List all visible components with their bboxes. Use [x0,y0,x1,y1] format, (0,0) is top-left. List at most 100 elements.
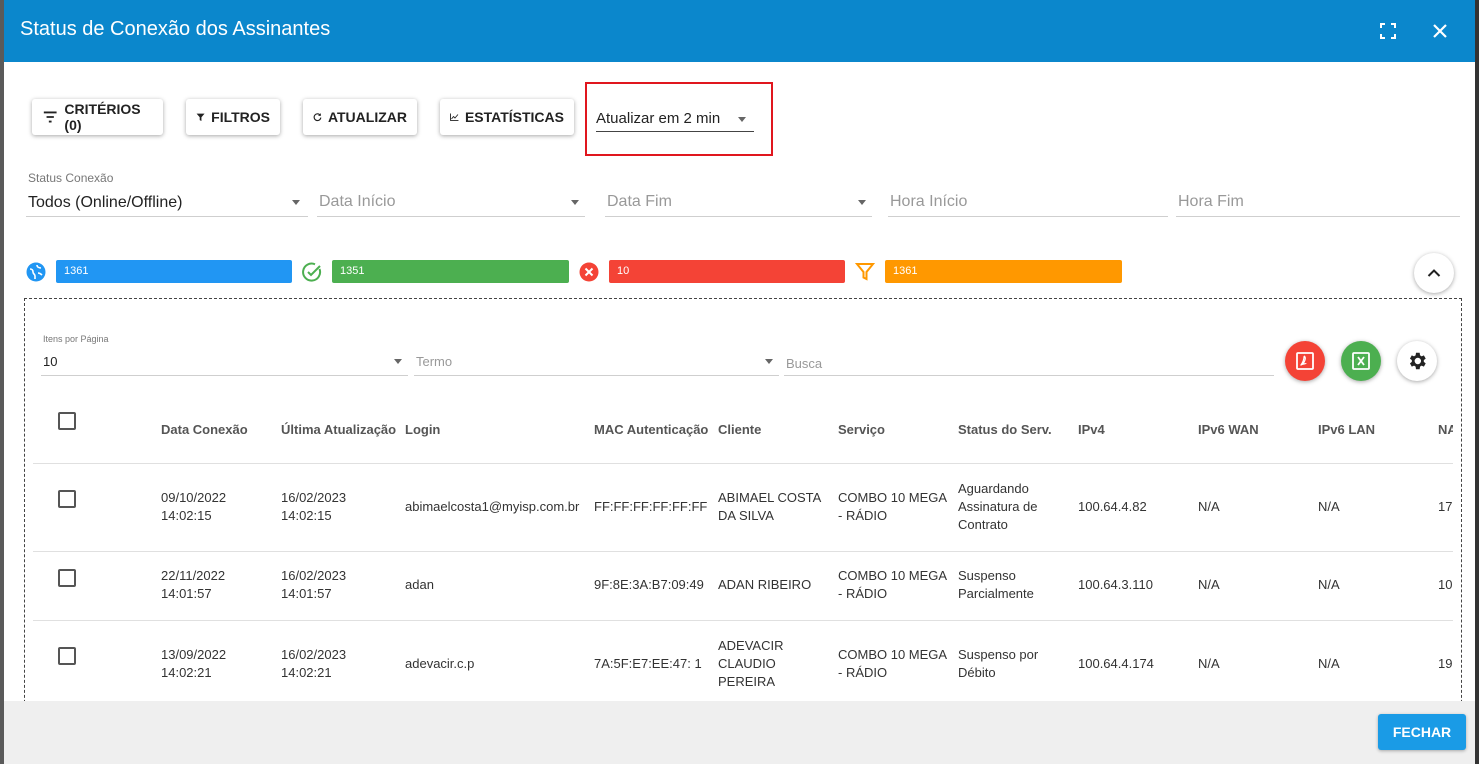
connection-status-label: Status Conexão [28,171,114,185]
page-scrollbar[interactable] [1475,0,1479,764]
end-date-field[interactable]: Data Fim [605,180,872,217]
items-per-page-label: Itens por Página [43,334,109,344]
auto-refresh-value: Atualizar em 2 min [596,110,721,127]
cell-status-servico: Suspenso por Débito [958,647,1039,680]
statistics-button[interactable]: ESTATÍSTICAS [440,99,574,135]
chevron-down-icon [765,359,773,364]
start-date-placeholder: Data Início [319,193,396,210]
cell-na: 10 [1438,577,1453,592]
cell-na: 17 [1438,499,1453,514]
filters-button-label: FILTROS [211,109,270,125]
fullscreen-icon[interactable] [1375,18,1401,44]
cell-mac: FF:FF:FF:FF:FF:FF [594,499,708,514]
criteria-button-label: CRITÉRIOS (0) [64,101,141,133]
cell-na: 19 [1438,656,1453,671]
cell-ipv6-lan: N/A [1318,656,1340,671]
close-dialog-button[interactable]: FECHAR [1378,714,1466,750]
chevron-down-icon [571,200,579,205]
term-select[interactable]: Termo [414,350,779,376]
cell-data-conexao: 13/09/2022 14:02:21 [161,647,227,680]
cell-data-conexao: 22/11/2022 14:01:57 [161,568,226,601]
cell-ipv6-lan: N/A [1318,499,1340,514]
cell-cliente: ADEVACIR CLAUDIO PEREIRA [718,638,784,689]
cell-ipv6-wan: N/A [1198,499,1220,514]
cell-ipv6-wan: N/A [1198,656,1220,671]
start-date-field[interactable]: Data Início [317,180,585,217]
cell-ultima-atualizacao: 16/02/2023 14:02:21 [281,647,347,680]
filtered-count-bar: 1361 [885,260,1122,283]
end-time-field[interactable]: Hora Fim [1176,180,1460,217]
row-checkbox[interactable] [58,490,76,508]
cell-ipv4: 100.64.3.110 [1078,577,1153,592]
cell-cliente: ABIMAEL COSTA DA SILVA [718,490,822,523]
offline-x-icon [578,261,600,283]
table-settings-button[interactable] [1397,341,1437,381]
filters-button[interactable]: FILTROS [186,99,280,135]
dialog-footer [4,701,1475,764]
row-checkbox[interactable] [58,647,76,665]
cell-login: adevacir.c.p [405,656,475,671]
cell-status-servico: Suspenso Parcialmente [958,568,1034,601]
pdf-icon [1296,352,1314,370]
connection-status-value: Todos (Online/Offline) [28,194,183,211]
auto-refresh-select-highlight: Atualizar em 2 min [585,82,773,156]
filter-list-icon [43,111,57,123]
cell-servico: COMBO 10 MEGA - RÁDIO [838,647,948,680]
refresh-button[interactable]: ATUALIZAR [303,99,417,135]
auto-refresh-select[interactable]: Atualizar em 2 min [596,110,754,132]
funnel-outline-icon [854,261,876,283]
refresh-icon [313,113,322,122]
row-divider [33,551,1453,552]
gear-icon [1409,352,1426,370]
chevron-down-icon [394,359,402,364]
cell-status-servico: Aguardando Assinatura de Contrato [958,481,1038,532]
collapse-button[interactable] [1414,253,1454,293]
cell-ipv6-wan: N/A [1198,577,1220,592]
search-input[interactable]: Busca [784,350,1274,376]
column-header-data-conexao[interactable]: Data Conexão [161,422,248,437]
row-divider [33,463,1453,464]
column-header-ultima-atualizacao[interactable]: Última Atualização [281,422,396,437]
column-header-ipv6-wan[interactable]: IPv6 WAN [1198,422,1259,437]
chevron-up-icon [1427,269,1441,277]
line-chart-icon [450,113,459,121]
search-placeholder: Busca [786,356,823,371]
column-header-cliente[interactable]: Cliente [718,422,761,437]
end-date-placeholder: Data Fim [607,193,672,210]
offline-count-bar: 10 [609,260,845,283]
export-pdf-button[interactable] [1285,341,1325,381]
column-header-login[interactable]: Login [405,422,440,437]
export-excel-button[interactable] [1341,341,1381,381]
cell-ultima-atualizacao: 16/02/2023 14:02:15 [281,490,347,523]
start-time-field[interactable]: Hora Início [888,180,1168,217]
column-header-ipv4[interactable]: IPv4 [1078,422,1105,437]
cell-ultima-atualizacao: 16/02/2023 14:01:57 [281,568,347,601]
dialog-header: Status de Conexão dos Assinantes [4,0,1475,62]
end-time-placeholder: Hora Fim [1178,193,1244,210]
column-header-status-servico[interactable]: Status do Serv. [958,422,1052,437]
cell-mac: 9F:8E:3A:B7:09:49 [594,577,704,592]
row-checkbox[interactable] [58,569,76,587]
cell-ipv4: 100.64.4.82 [1078,499,1147,514]
start-time-placeholder: Hora Início [890,193,968,210]
cell-login: abimaelcosta1@myisp.com.br [405,499,580,514]
cell-cliente: ADAN RIBEIRO [718,577,812,592]
items-per-page-select[interactable]: Itens por Página 10 [41,333,408,376]
criteria-button[interactable]: CRITÉRIOS (0) [32,99,163,135]
excel-icon [1352,352,1370,370]
column-header-servico[interactable]: Serviço [838,422,885,437]
column-header-mac[interactable]: MAC Autenticação [594,422,708,437]
statistics-button-label: ESTATÍSTICAS [464,109,564,125]
chevron-down-icon [292,200,300,205]
column-header-ipv6-lan[interactable]: IPv6 LAN [1318,422,1375,437]
cell-ipv4: 100.64.4.174 [1078,656,1154,671]
cell-login: adan [405,577,434,592]
select-all-checkbox[interactable] [58,412,76,430]
close-icon[interactable] [1427,18,1453,44]
cell-mac: 7A:5F:E7:EE:47: 1 [594,656,702,671]
chevron-down-icon [858,200,866,205]
connection-status-select[interactable]: Status Conexão Todos (Online/Offline) [26,170,308,217]
column-header-na[interactable]: NA [1438,422,1453,437]
check-circle-icon [301,261,323,283]
subscriber-connection-dialog: Status de Conexão dos Assinantes CRITÉRI… [4,0,1475,764]
